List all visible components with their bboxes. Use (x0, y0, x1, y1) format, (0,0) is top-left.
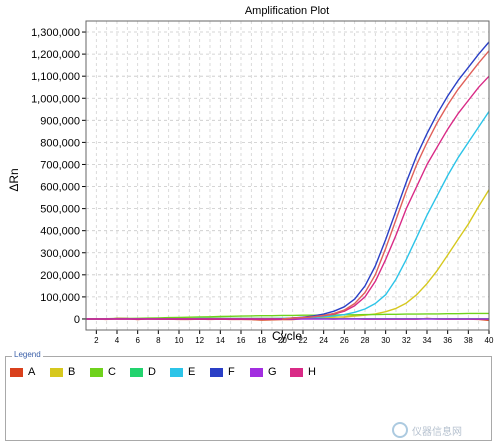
y-tick-label: 500,000 (40, 204, 80, 216)
x-tick-label: 36 (443, 336, 452, 345)
x-tick-label: 14 (216, 336, 225, 345)
y-tick-label: 800,000 (40, 137, 80, 149)
x-tick-label: 22 (299, 336, 308, 345)
x-tick-label: 34 (423, 336, 432, 345)
legend-swatch-c (90, 367, 103, 377)
y-tick-label: 300,000 (40, 248, 80, 260)
x-tick-label: 28 (361, 336, 370, 345)
legend-item-b[interactable]: B (50, 365, 90, 379)
x-tick-label: 26 (340, 336, 349, 345)
legend-item-d[interactable]: D (130, 365, 170, 379)
legend-item-f[interactable]: F (210, 365, 250, 379)
x-tick-label: 4 (115, 336, 120, 345)
legend-item-e[interactable]: E (170, 365, 210, 379)
x-tick-label: 2 (94, 336, 99, 345)
legend-swatch-b (50, 367, 63, 377)
x-tick-label: 30 (381, 336, 390, 345)
x-tick-label: 38 (464, 336, 473, 345)
grid-layer (86, 21, 490, 330)
x-tick-label: 10 (175, 336, 184, 345)
legend-label-c: C (108, 366, 116, 378)
x-tick-label: 24 (319, 336, 328, 345)
legend-label-d: D (148, 366, 156, 378)
y-tick-label: 400,000 (40, 226, 80, 238)
legend-label-f: F (228, 366, 235, 378)
y-tick-label: 1,100,000 (31, 71, 80, 83)
x-tick-label: 40 (485, 336, 494, 345)
y-tick-label: 1,300,000 (31, 27, 80, 39)
x-tick-label: 20 (278, 336, 287, 345)
y-tick-label: 200,000 (40, 270, 80, 282)
x-tick-label: 12 (195, 336, 204, 345)
legend-item-g[interactable]: G (250, 365, 290, 379)
legend-item-a[interactable]: A (10, 365, 50, 379)
chart-title: Amplification Plot (245, 5, 329, 17)
legend-item-c[interactable]: C (90, 365, 130, 379)
x-tick-label: 32 (402, 336, 411, 345)
x-tick-label: 6 (135, 336, 140, 345)
y-tick-label: 0 (74, 314, 80, 326)
legend-swatch-h (290, 367, 303, 377)
y-tick-label: 100,000 (40, 292, 80, 304)
legend-label-b: B (68, 366, 76, 378)
watermark-text: 仪器信息网 (412, 426, 462, 438)
legend-item-h[interactable]: H (290, 365, 330, 379)
x-tick-label: 8 (156, 336, 161, 345)
legend-label-g: G (268, 366, 277, 378)
instrument-logo-icon (392, 422, 408, 438)
legend-title: Legend (12, 350, 43, 359)
legend-swatch-g (250, 367, 263, 377)
watermark: 仪器信息网 (392, 420, 490, 440)
legend-swatch-e (170, 367, 183, 377)
legend-swatch-a (10, 367, 23, 377)
legend-swatch-f (210, 367, 223, 377)
y-tick-label: 700,000 (40, 159, 80, 171)
y-axis-label: ΔRn (7, 168, 21, 191)
x-tick-label: 16 (237, 336, 246, 345)
y-tick-label: 600,000 (40, 182, 80, 194)
amplification-chart: Amplification Plot ΔRn Cycle 0 100,000 200… (0, 0, 497, 345)
x-tick-label: 18 (257, 336, 266, 345)
y-tick-label: 900,000 (40, 115, 80, 127)
legend-items: A B C D E F G H (10, 365, 330, 379)
plot-background (86, 21, 489, 330)
legend-label-e: E (188, 366, 196, 378)
legend-swatch-d (130, 367, 143, 377)
legend-label-a: A (28, 366, 36, 378)
chart-svg: Amplification Plot ΔRn Cycle 0100,000200… (7, 5, 494, 345)
legend-label-h: H (308, 366, 316, 378)
y-tick-label: 1,000,000 (31, 93, 80, 105)
y-tick-label: 1,200,000 (31, 49, 80, 61)
